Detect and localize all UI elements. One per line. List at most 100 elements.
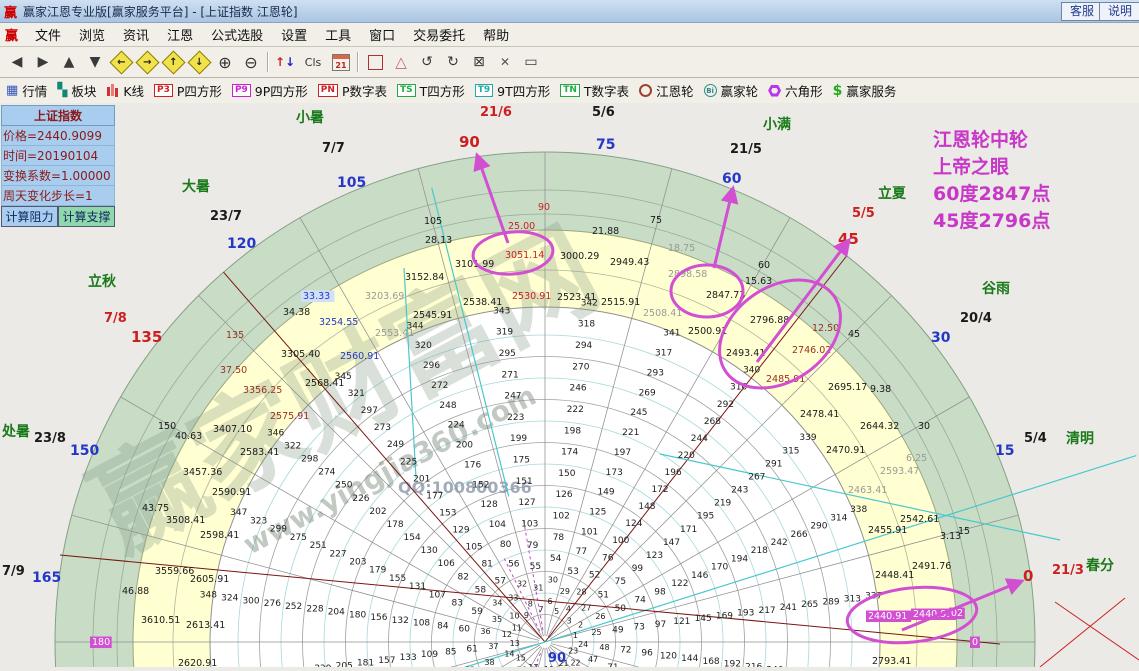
calendar-icon[interactable]: 21 xyxy=(328,50,354,74)
pan-up-icon[interactable]: ↑ xyxy=(160,50,186,74)
svg-text:289: 289 xyxy=(822,597,839,607)
svg-text:3407.10: 3407.10 xyxy=(213,424,252,435)
module-hexagon[interactable]: 六角形 xyxy=(768,81,823,100)
svg-text:290: 290 xyxy=(810,522,827,532)
svg-text:145: 145 xyxy=(695,614,712,624)
svg-text:3.13: 3.13 xyxy=(940,531,961,542)
svg-text:242: 242 xyxy=(771,538,788,548)
center-cross-icon[interactable]: ✕ xyxy=(492,50,518,74)
module-label: 江恩轮 xyxy=(656,81,694,100)
svg-text:266: 266 xyxy=(790,530,807,540)
menu-item-9[interactable]: 帮助 xyxy=(474,27,518,46)
shape-triangle-icon[interactable]: △ xyxy=(388,50,414,74)
module-t-table[interactable]: TNT数字表 xyxy=(560,81,629,100)
module-quotes[interactable]: ▦行情 xyxy=(6,81,47,100)
svg-text:50: 50 xyxy=(615,604,627,614)
svg-text:2598.41: 2598.41 xyxy=(200,530,239,541)
svg-text:5/4: 5/4 xyxy=(1024,431,1047,446)
svg-text:180: 180 xyxy=(349,610,366,620)
svg-text:78: 78 xyxy=(553,533,565,543)
customer-service-button[interactable]: 客服 xyxy=(1061,2,1103,21)
nav-left-icon[interactable]: ◀ xyxy=(4,50,30,74)
pan-right-icon[interactable]: → xyxy=(134,50,160,74)
shape-square-icon[interactable] xyxy=(362,50,388,74)
module-label: T四方形 xyxy=(420,81,465,100)
nav-up-icon[interactable]: ▲ xyxy=(56,50,82,74)
svg-text:春分: 春分 xyxy=(1085,557,1114,574)
fit-window-icon[interactable]: ⊠ xyxy=(466,50,492,74)
zoom-out-icon[interactable]: ⊖ xyxy=(238,50,264,74)
svg-text:43.75: 43.75 xyxy=(142,503,169,514)
svg-text:75: 75 xyxy=(615,577,626,587)
module-gann-wheel[interactable]: 江恩轮 xyxy=(639,81,694,100)
svg-text:20/4: 20/4 xyxy=(960,311,992,326)
svg-text:2530.91: 2530.91 xyxy=(512,291,551,302)
pan-left-icon[interactable]: ← xyxy=(108,50,134,74)
module-9t-square[interactable]: T99T四方形 xyxy=(475,81,551,100)
rotate-cw-icon[interactable]: ↻ xyxy=(440,50,466,74)
svg-text:146: 146 xyxy=(691,571,708,581)
nav-right-icon[interactable]: ▶ xyxy=(30,50,56,74)
module-sectors[interactable]: ▚板块 xyxy=(57,81,96,100)
svg-text:61: 61 xyxy=(466,645,477,655)
module-label: 赢家轮 xyxy=(721,81,759,100)
svg-text:6.25: 6.25 xyxy=(906,453,927,464)
t-table-badge-icon: TN xyxy=(560,84,580,97)
svg-text:2695.17: 2695.17 xyxy=(828,382,867,393)
module-winner-wheel[interactable]: Bi赢家轮 xyxy=(704,81,759,100)
zoom-in-icon[interactable]: ⊕ xyxy=(212,50,238,74)
menu-item-4[interactable]: 公式选股 xyxy=(202,27,272,46)
menu-item-2[interactable]: 资讯 xyxy=(114,27,158,46)
menu-item-1[interactable]: 浏览 xyxy=(70,27,114,46)
svg-text:216: 216 xyxy=(745,662,762,667)
menu-logo-icon: 赢 xyxy=(5,25,18,44)
menu-item-3[interactable]: 江恩 xyxy=(158,27,202,46)
svg-text:15: 15 xyxy=(995,443,1014,459)
module-p-square[interactable]: P3P四方形 xyxy=(154,81,222,100)
menu-item-8[interactable]: 交易委托 xyxy=(404,27,474,46)
svg-text:318: 318 xyxy=(578,320,595,330)
calc-support-button[interactable]: 计算支撑 xyxy=(58,206,115,227)
svg-text:47: 47 xyxy=(588,655,598,664)
svg-text:3051.14: 3051.14 xyxy=(505,250,544,261)
svg-text:17: 17 xyxy=(528,663,538,667)
svg-text:348: 348 xyxy=(200,591,217,601)
svg-text:271: 271 xyxy=(502,370,519,380)
step-row: 周天变化步长=1 xyxy=(1,186,115,206)
svg-text:195: 195 xyxy=(697,512,714,522)
menu-item-0[interactable]: 文件 xyxy=(26,27,70,46)
module-9p-square[interactable]: P99P四方形 xyxy=(232,81,308,100)
svg-text:172: 172 xyxy=(651,485,668,495)
module-p-table[interactable]: PNP数字表 xyxy=(318,81,387,100)
menu-item-7[interactable]: 窗口 xyxy=(360,27,404,46)
module-winner-service[interactable]: $赢家服务 xyxy=(833,81,897,100)
module-label: P四方形 xyxy=(177,81,222,100)
svg-text:346: 346 xyxy=(267,428,284,438)
svg-text:3152.84: 3152.84 xyxy=(405,272,444,283)
menu-item-6[interactable]: 工具 xyxy=(316,27,360,46)
svg-text:2515.91: 2515.91 xyxy=(601,297,640,308)
svg-text:2538.41: 2538.41 xyxy=(463,297,502,308)
svg-text:120: 120 xyxy=(227,236,256,252)
svg-text:8: 8 xyxy=(528,599,533,608)
svg-text:37: 37 xyxy=(488,642,498,651)
svg-text:60: 60 xyxy=(758,260,770,271)
cls-icon[interactable]: Cls xyxy=(298,50,328,74)
calc-resistance-button[interactable]: 计算阻力 xyxy=(1,206,58,227)
help-doc-button[interactable]: 说明 xyxy=(1099,2,1139,21)
svg-text:272: 272 xyxy=(431,381,448,391)
module-kline[interactable]: K线 xyxy=(106,81,144,100)
svg-text:273: 273 xyxy=(374,423,391,433)
menu-item-5[interactable]: 设置 xyxy=(272,27,316,46)
module-t-square[interactable]: TST四方形 xyxy=(397,81,465,100)
svg-text:45: 45 xyxy=(838,230,859,248)
rotate-ccw-icon[interactable]: ↺ xyxy=(414,50,440,74)
updown-marks-icon[interactable]: ↑↓ xyxy=(272,50,298,74)
svg-text:21/6: 21/6 xyxy=(480,105,512,120)
nav-down-icon[interactable]: ▼ xyxy=(82,50,108,74)
clear-board-icon[interactable]: ▭ xyxy=(518,50,544,74)
svg-text:55: 55 xyxy=(530,562,541,572)
svg-text:3457.36: 3457.36 xyxy=(183,467,222,478)
pan-down-icon[interactable]: ↓ xyxy=(186,50,212,74)
svg-text:150: 150 xyxy=(158,421,176,432)
